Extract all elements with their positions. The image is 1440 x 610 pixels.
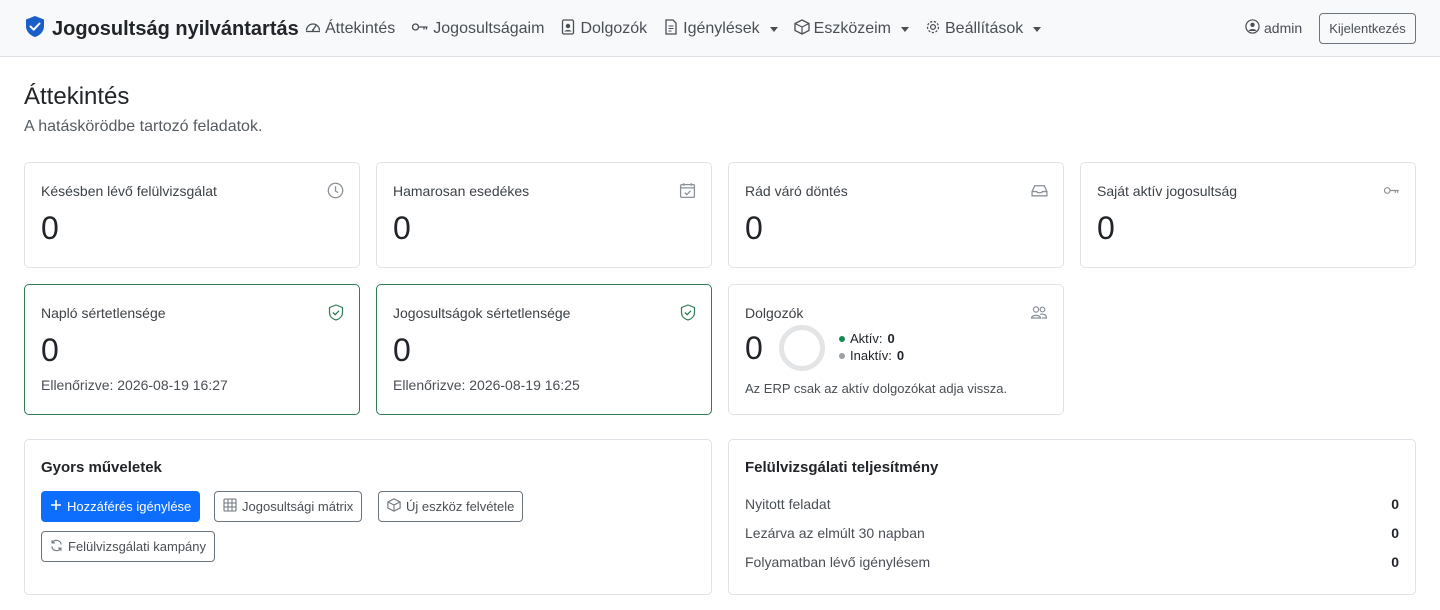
- people-icon: [1030, 304, 1048, 325]
- new-device-button[interactable]: Új eszköz felvétele: [378, 491, 524, 522]
- page-subtitle: A hatáskörödbe tartozó feladatok.: [24, 118, 263, 135]
- legend-inactive: Inaktív: 0: [839, 348, 904, 363]
- shield-check-icon: [25, 15, 45, 43]
- perf-label: Folyamatban lévő igénylésem: [745, 554, 931, 570]
- new-device-label: Új eszköz felvétele: [406, 499, 515, 514]
- review-performance-title: Felülvizsgálati teljesítmény: [745, 459, 939, 476]
- gear-icon: [925, 19, 941, 40]
- chevron-down-icon: [901, 26, 909, 32]
- integrity-value: 0: [393, 332, 411, 368]
- nav-label-employees: Dolgozók: [580, 20, 648, 37]
- top-navbar: Jogosultság nyilvántartás Áttekintés Jog…: [0, 0, 1440, 57]
- perf-value: 0: [1391, 525, 1399, 541]
- nav-label-requests: Igénylések: [683, 20, 760, 37]
- username: admin: [1264, 20, 1303, 36]
- integrity-title: Napló sértetlensége: [41, 305, 166, 321]
- stat-value: 0: [41, 210, 59, 246]
- user-menu[interactable]: admin: [1245, 19, 1302, 37]
- nav-label-my-devices: Eszközeim: [813, 20, 891, 37]
- legend-active-label: Aktív:: [850, 331, 883, 346]
- chevron-down-icon: [1033, 26, 1042, 32]
- stat-value: 0: [745, 210, 763, 246]
- integrity-value: 0: [41, 332, 59, 368]
- nav-item-employees[interactable]: Dolgozók: [560, 18, 648, 40]
- review-performance-card: Felülvizsgálati teljesítmény Nyitott fel…: [728, 439, 1416, 595]
- chevron-down-icon: [769, 26, 778, 32]
- integrity-checked-at: Ellenőrizve: 2026-08-19 16:25: [393, 377, 580, 393]
- review-campaign-button[interactable]: Felülvizsgálati kampány: [41, 531, 216, 562]
- nav-label-settings: Beállítások: [945, 20, 1024, 37]
- box-icon: [387, 498, 401, 515]
- employees-donut-chart: [779, 325, 825, 371]
- stat-title: Késésben lévő felülvizsgálat: [41, 183, 217, 199]
- log-integrity-card[interactable]: Napló sértetlensége 0 Ellenőrizve: 2026-…: [24, 284, 360, 415]
- logout-button[interactable]: Kijelentkezés: [1319, 13, 1416, 44]
- stat-title: Hamarosan esedékes: [393, 183, 530, 199]
- integrity-checked-at: Ellenőrizve: 2026-08-19 16:27: [41, 377, 228, 393]
- key-icon: [411, 19, 429, 40]
- permission-matrix-button[interactable]: Jogosultsági mátrix: [214, 491, 363, 522]
- plus-icon: [50, 499, 62, 514]
- perf-label: Lezárva az elmúlt 30 napban: [745, 525, 925, 541]
- page-title: Áttekintés: [24, 83, 130, 110]
- quick-actions-title: Gyors műveletek: [41, 459, 162, 476]
- stat-card-pending-decision[interactable]: Rád váró döntés 0: [728, 162, 1064, 268]
- brand[interactable]: Jogosultság nyilvántartás: [25, 16, 299, 42]
- calendar-check-icon: [679, 182, 696, 204]
- stat-value: 0: [1097, 210, 1115, 246]
- legend-active: Aktív: 0: [839, 331, 895, 346]
- brand-title: Jogosultság nyilvántartás: [52, 17, 299, 40]
- stat-card-overdue-review[interactable]: Késésben lévő felülvizsgálat 0: [24, 162, 360, 268]
- dashboard-icon: [305, 19, 321, 40]
- permissions-integrity-card[interactable]: Jogosultságok sértetlensége 0 Ellenőrizv…: [376, 284, 712, 415]
- nav-label-my-permissions: Jogosultságaim: [433, 20, 545, 37]
- permission-matrix-label: Jogosultsági mátrix: [242, 499, 354, 514]
- refresh-icon: [50, 539, 63, 555]
- shield-check-icon: [328, 304, 344, 326]
- integrity-title: Jogosultságok sértetlensége: [393, 305, 571, 321]
- perf-label: Nyitott feladat: [745, 496, 831, 512]
- stat-title: Saját aktív jogosultság: [1097, 183, 1238, 199]
- review-campaign-label: Felülvizsgálati kampány: [68, 539, 207, 554]
- employees-total: 0: [745, 330, 763, 366]
- stat-value: 0: [393, 210, 411, 246]
- person-circle-icon: [1245, 19, 1260, 37]
- legend-inactive-label: Inaktív:: [850, 348, 892, 363]
- inbox-icon: [1031, 182, 1048, 204]
- inactive-dot: [839, 352, 845, 359]
- table-icon: [223, 498, 237, 515]
- request-access-button[interactable]: Hozzáférés igénylése: [41, 491, 201, 522]
- nav-item-settings[interactable]: Beállítások: [925, 19, 1042, 40]
- nav-item-my-permissions[interactable]: Jogosultságaim: [411, 19, 544, 40]
- shield-check-icon: [680, 304, 696, 326]
- nav-label-overview: Áttekintés: [325, 20, 396, 37]
- legend-active-value: 0: [887, 331, 895, 346]
- employees-title: Dolgozók: [745, 305, 804, 321]
- erp-note: Az ERP csak az aktív dolgozókat adja vis…: [745, 381, 1008, 396]
- person-badge-icon: [560, 18, 576, 40]
- nav-item-overview[interactable]: Áttekintés: [305, 19, 395, 40]
- stat-card-own-active-permission[interactable]: Saját aktív jogosultság 0: [1080, 162, 1416, 268]
- main-nav: Áttekintés Jogosultságaim Dolgozók Igény…: [305, 17, 1042, 41]
- nav-item-my-devices[interactable]: Eszközeim: [793, 18, 909, 40]
- quick-actions-card: Gyors műveletek Hozzáférés igénylése Jog…: [24, 439, 712, 595]
- legend-inactive-value: 0: [896, 348, 905, 363]
- perf-value: 0: [1391, 554, 1399, 570]
- employees-card[interactable]: Dolgozók 0 Aktív: 0 Inaktív: 0 Az ERP cs…: [728, 284, 1064, 415]
- request-access-label: Hozzáférés igénylése: [67, 499, 192, 514]
- stat-title: Rád váró döntés: [745, 183, 848, 199]
- key-icon: [1383, 182, 1400, 204]
- file-text-icon: [663, 18, 679, 40]
- stat-card-due-soon[interactable]: Hamarosan esedékes 0: [376, 162, 712, 268]
- box-icon: [793, 18, 810, 40]
- nav-item-requests[interactable]: Igénylések: [663, 18, 778, 40]
- clock-icon: [327, 182, 344, 204]
- perf-value: 0: [1391, 496, 1399, 512]
- active-dot: [839, 335, 845, 342]
